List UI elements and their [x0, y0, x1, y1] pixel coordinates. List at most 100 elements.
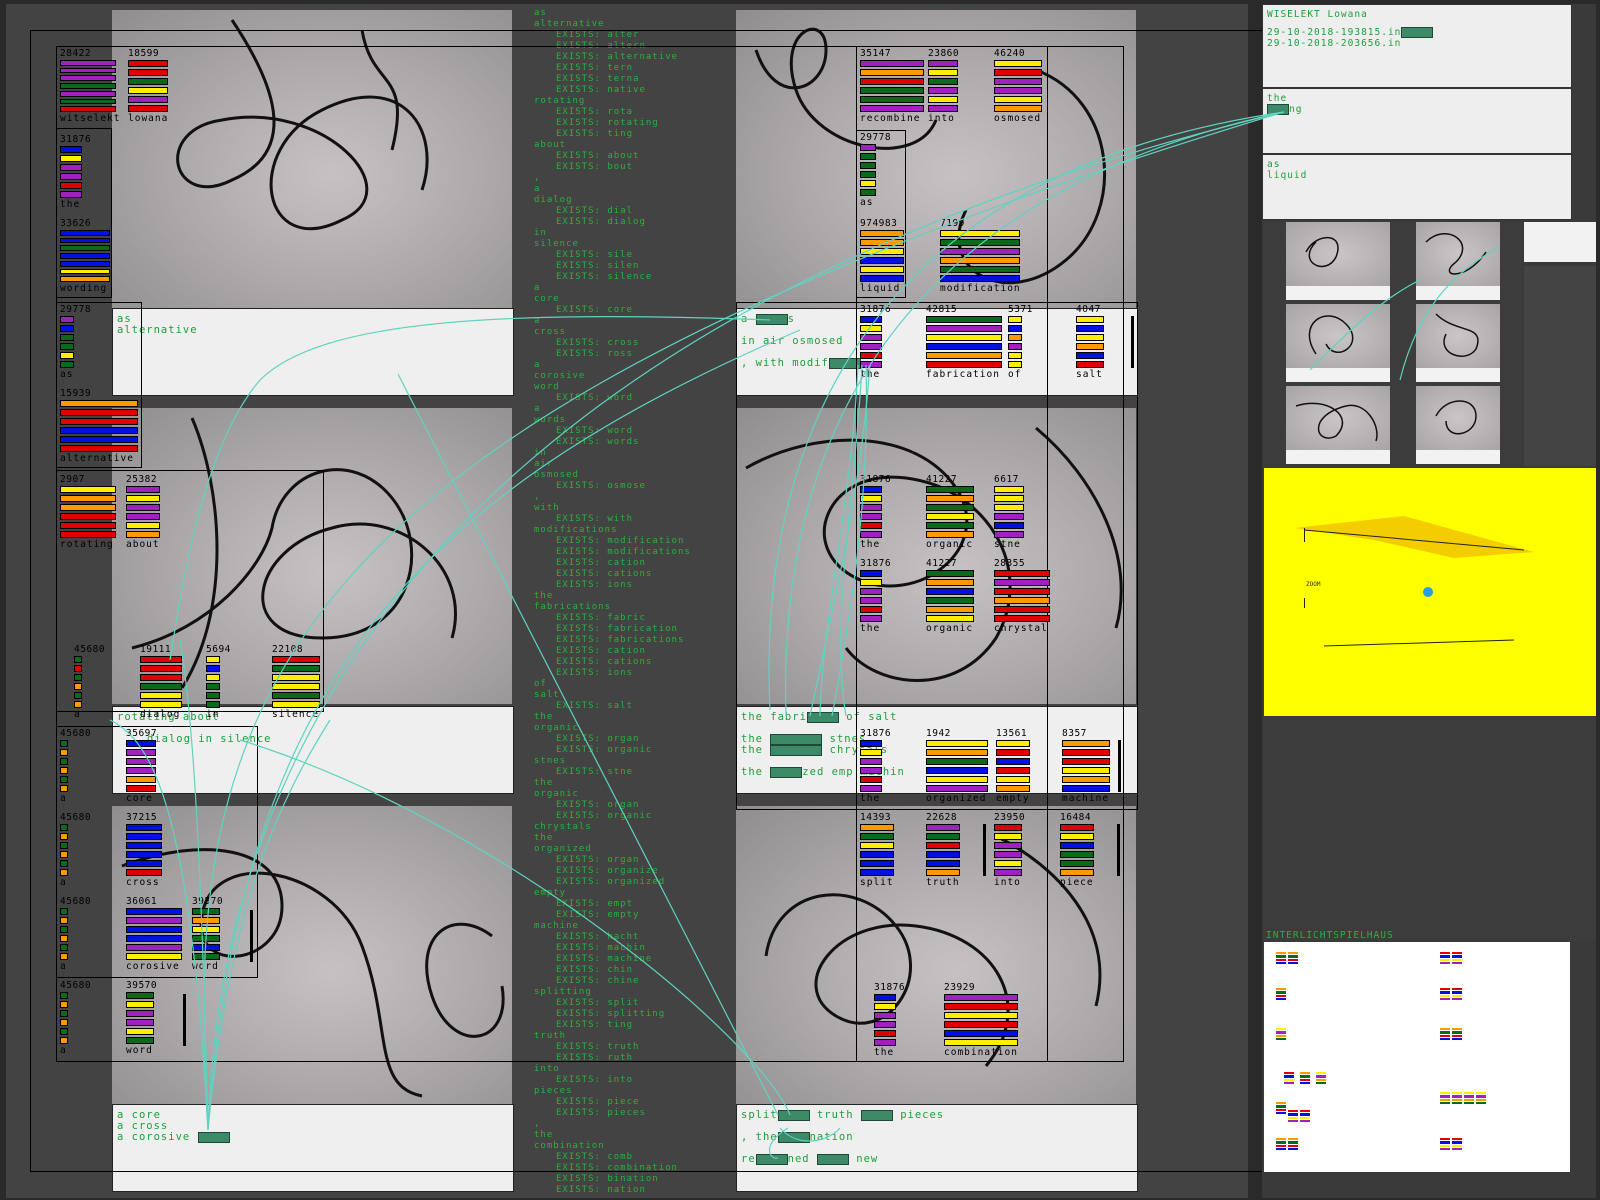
word-stack[interactable]: 7199 modification: [940, 218, 1020, 294]
word-stack[interactable]: 36061 corosive: [126, 896, 182, 972]
word-stack[interactable]: 4047 salt: [1076, 304, 1104, 380]
word-tag[interactable]: [777, 1131, 810, 1143]
word-tag[interactable]: [860, 1109, 893, 1121]
word-stack[interactable]: 31876 the: [874, 982, 905, 1058]
word-stack[interactable]: 16484 piece: [1060, 812, 1094, 888]
file-entry[interactable]: 29-10-2018-193815.in: [1267, 27, 1434, 38]
thumbnail[interactable]: [1286, 386, 1390, 450]
mini-bar: [1276, 994, 1286, 997]
word-stack[interactable]: 13561 empty: [996, 728, 1030, 804]
word-tag[interactable]: [197, 1131, 230, 1143]
word-tag[interactable]: [755, 313, 788, 325]
thumbnail[interactable]: [1286, 304, 1390, 368]
word-stack[interactable]: 45680 a: [60, 728, 91, 804]
word-stack[interactable]: 22108 silence: [272, 644, 320, 720]
word-stack[interactable]: 2907 rotating: [60, 474, 116, 550]
exists-entry: EXISTS: osmose: [556, 481, 646, 491]
bar-marker: [1118, 740, 1121, 792]
thumbnail[interactable]: [1416, 222, 1500, 286]
stack-count: 31876: [860, 728, 892, 739]
stack-label: into: [994, 877, 1021, 888]
stack-bar: [60, 268, 110, 275]
word-stack[interactable]: 22628 truth: [926, 812, 960, 888]
word-stack[interactable]: 18599 lowana: [128, 48, 168, 124]
visualization-canvas[interactable]: ZOOM: [1264, 468, 1596, 716]
word-tag[interactable]: [806, 711, 839, 723]
word-stack[interactable]: 33626 wording: [60, 218, 110, 294]
file-entry[interactable]: 29-10-2018-203656.in: [1267, 38, 1401, 49]
stack-label: core: [126, 793, 153, 804]
word-analysis-list: as alternative EXISTS: alter EXISTS: altern…: [534, 8, 734, 1196]
word-stack[interactable]: 45680 a: [60, 980, 91, 1056]
thumbnail[interactable]: [1286, 222, 1390, 286]
word-stack[interactable]: 31876 the: [860, 304, 891, 380]
word-stack[interactable]: 1942 organized: [926, 728, 988, 804]
stack-bar: [994, 522, 1024, 529]
word-stack[interactable]: 23929 combination: [944, 982, 1018, 1058]
word-stack[interactable]: 23950 into: [994, 812, 1025, 888]
stack-bar: [74, 656, 82, 663]
mini-bar: [1452, 1101, 1462, 1104]
word-stack[interactable]: 31876 the: [60, 134, 91, 210]
stack-bar: [60, 504, 116, 511]
word-stack[interactable]: 31876 the: [860, 474, 891, 550]
word-stack[interactable]: 29778 as: [60, 304, 91, 380]
mini-bar: [1452, 1144, 1462, 1147]
word-stack[interactable]: 14393 split: [860, 812, 894, 888]
word-stack[interactable]: 45680 a: [74, 644, 105, 720]
word-stack[interactable]: 42815 fabrication: [926, 304, 1002, 380]
stack-bars: [940, 230, 1020, 282]
stack-bars: [140, 656, 182, 708]
mini-bar: [1452, 1095, 1462, 1098]
word-stack[interactable]: 37215 cross: [126, 812, 162, 888]
thumbnail[interactable]: [1416, 386, 1500, 450]
panel-line: in air osmosed: [741, 335, 844, 347]
stack-bar: [126, 926, 182, 933]
word-stack[interactable]: 46240 osmosed: [994, 48, 1042, 124]
word-stack[interactable]: 35697 core: [126, 728, 157, 804]
word-stack[interactable]: 5694 in: [206, 644, 230, 720]
word-stack[interactable]: 31876 the: [860, 558, 891, 634]
word-tag[interactable]: [755, 1153, 788, 1165]
stack-count: 45680: [60, 980, 92, 991]
mini-bar: [1440, 1101, 1450, 1104]
word-stack[interactable]: 28355 chrystal: [994, 558, 1050, 634]
word-tag[interactable]: [770, 766, 803, 778]
word-stack[interactable]: 31876 the: [860, 728, 891, 804]
word-entry: the: [534, 833, 554, 843]
word-tag[interactable]: [770, 733, 823, 745]
word-tag[interactable]: [828, 357, 861, 369]
word-stack[interactable]: 35147 recombine: [860, 48, 924, 124]
word-stack[interactable]: 15939 alternative: [60, 388, 138, 464]
stack-bar: [1008, 316, 1022, 323]
word-stack[interactable]: 23860 into: [928, 48, 959, 124]
stack-bar: [60, 1028, 68, 1035]
word-stack[interactable]: 45680 a: [60, 896, 91, 972]
word-tag[interactable]: [777, 1109, 810, 1121]
stack-label: liquid: [860, 283, 901, 294]
mini-bar: [1276, 1102, 1286, 1105]
word-tag[interactable]: [1267, 104, 1289, 115]
word-stack[interactable]: 6617 stne: [994, 474, 1024, 550]
word-stack[interactable]: 29778 as: [860, 132, 891, 208]
thumbnail[interactable]: [1416, 304, 1500, 368]
stack-bars: [860, 824, 894, 876]
word-stack[interactable]: 19111 dialog: [140, 644, 182, 720]
word-stack[interactable]: 41227 organic: [926, 558, 974, 634]
bar-marker: [1117, 824, 1120, 876]
stack-bars: [926, 316, 1002, 368]
word-stack[interactable]: 39570 word: [192, 896, 223, 972]
stack-bar: [994, 869, 1022, 876]
word-stack[interactable]: 45680 a: [60, 812, 91, 888]
word-stack[interactable]: 8357 machine: [1062, 728, 1110, 804]
stack-bar: [944, 1039, 1018, 1046]
word-stack[interactable]: 28422 witselekt: [60, 48, 119, 124]
mini-bar: [1300, 1075, 1310, 1078]
word-tag[interactable]: [770, 744, 823, 756]
word-stack[interactable]: 41227 organic: [926, 474, 974, 550]
word-stack[interactable]: 5371 of: [1008, 304, 1032, 380]
word-stack[interactable]: 25382 about: [126, 474, 160, 550]
word-tag[interactable]: [816, 1153, 849, 1165]
word-stack[interactable]: 974983 liquid: [860, 218, 904, 294]
word-stack[interactable]: 39570 word: [126, 980, 157, 1056]
